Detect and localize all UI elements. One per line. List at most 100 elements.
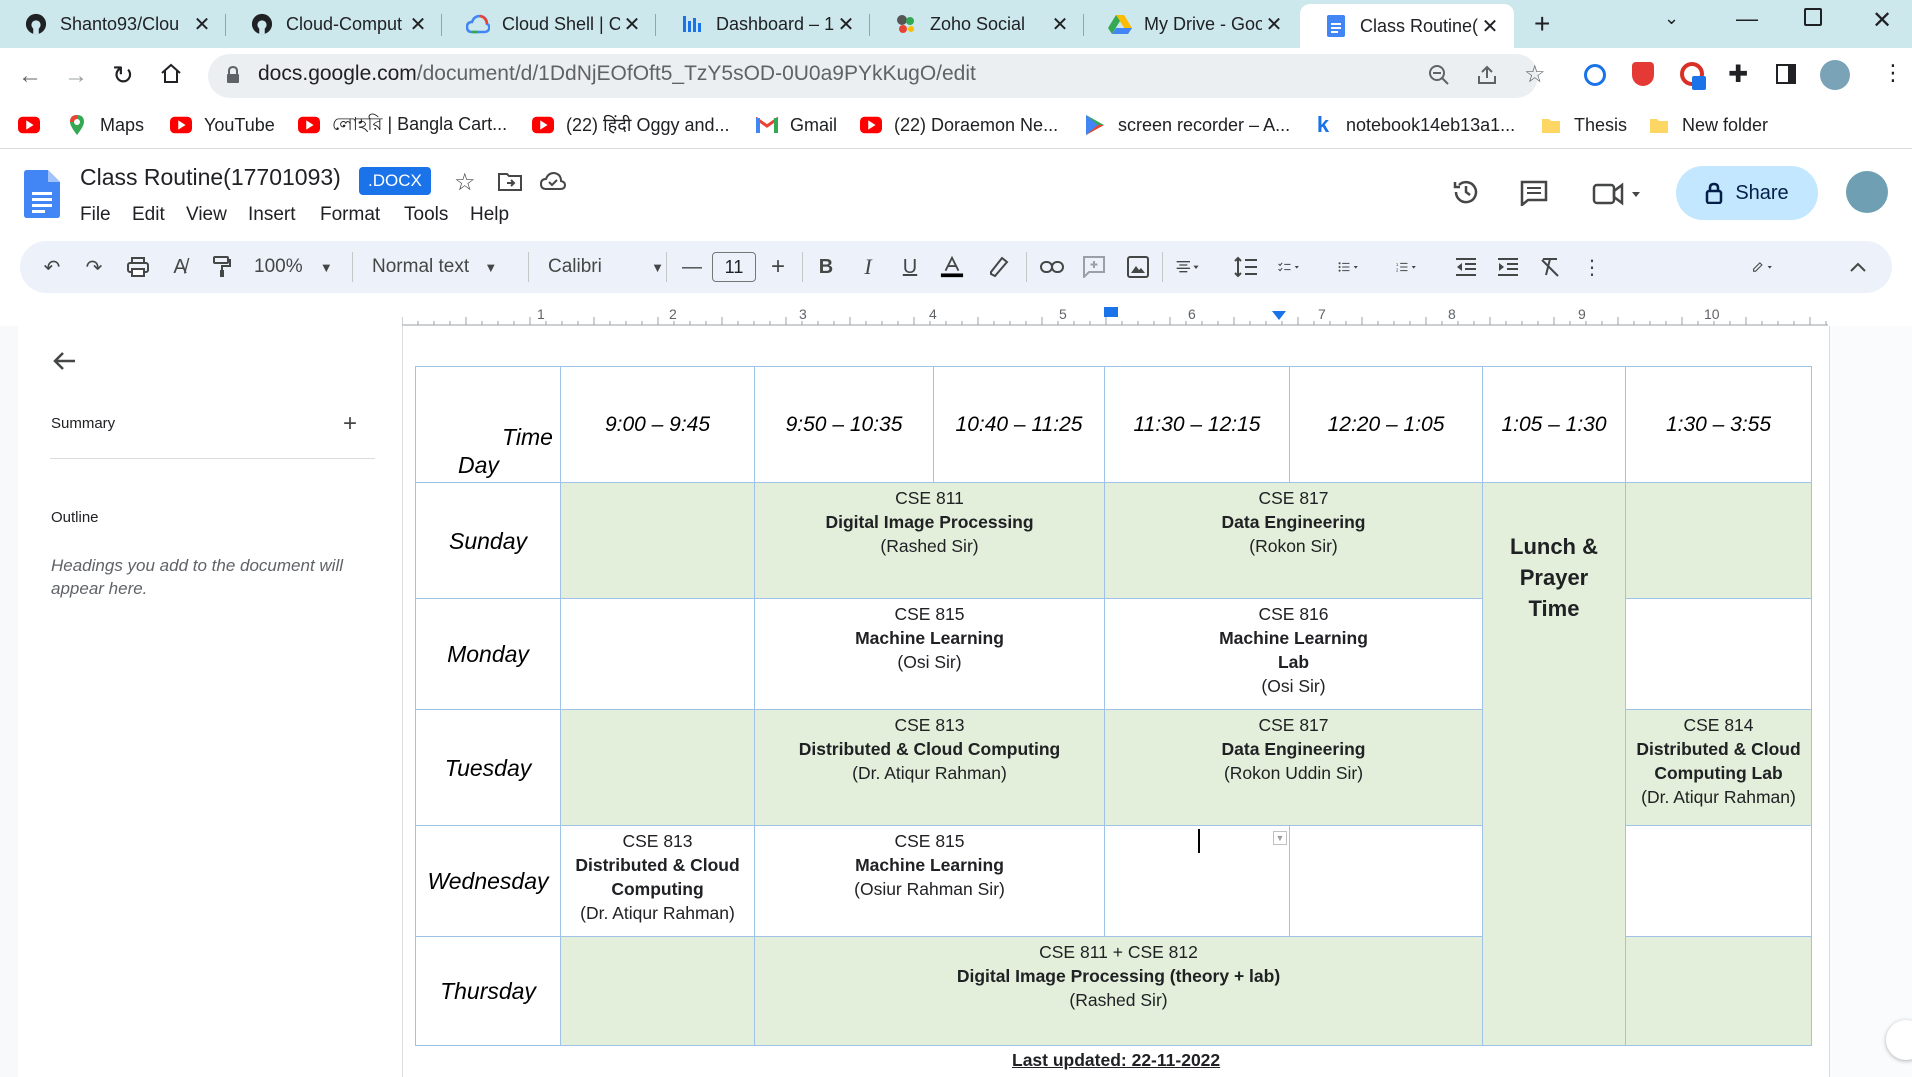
document-title[interactable]: Class Routine(17701093) (80, 164, 341, 191)
link-icon[interactable] (1040, 255, 1064, 279)
table-cell-empty[interactable] (560, 936, 755, 1046)
redo-icon[interactable]: ↷ (82, 255, 106, 279)
lunch-cell[interactable]: Lunch & Prayer Time (1482, 482, 1626, 1046)
menu-tools[interactable]: Tools (404, 204, 448, 226)
close-icon[interactable]: ✕ (190, 12, 214, 36)
class-cell-wednesday-b[interactable]: CSE 815 Machine Learning (Osiur Rahman S… (754, 825, 1105, 937)
menu-edit[interactable]: Edit (132, 204, 165, 226)
class-cell-monday-b[interactable]: CSE 816 Machine Learning Lab (Osi Sir) (1104, 598, 1483, 710)
day-cell-sunday[interactable]: Sunday (415, 482, 561, 599)
url-text[interactable]: docs.google.com/document/d/1DdNjEOfOft5_… (258, 62, 976, 86)
font-size-input[interactable]: 11 (712, 252, 756, 282)
increase-font-size-icon[interactable]: + (766, 253, 790, 280)
table-cell-empty[interactable] (1625, 936, 1812, 1046)
line-spacing-icon[interactable] (1234, 255, 1258, 279)
menu-view[interactable]: View (186, 204, 227, 226)
back-button[interactable]: ← (18, 62, 42, 90)
table-cell-empty[interactable] (1625, 482, 1812, 599)
highlight-icon[interactable] (986, 255, 1010, 279)
print-icon[interactable] (126, 255, 150, 279)
spellcheck-icon[interactable]: A̸ (168, 255, 192, 279)
reload-button[interactable]: ↻ (112, 60, 134, 91)
table-cell-empty[interactable] (560, 709, 755, 826)
checklist-icon[interactable] (1278, 255, 1302, 279)
tab-class-routine[interactable]: Class Routine(1 ✕ (1300, 4, 1514, 48)
class-cell-sunday-a[interactable]: CSE 811 Digital Image Processing (Rashed… (754, 482, 1105, 599)
class-cell-tuesday-b[interactable]: CSE 817 Data Engineering (Rokon Uddin Si… (1104, 709, 1483, 826)
extension-icon-blue[interactable] (1584, 64, 1606, 86)
bookmark-thesis[interactable]: Thesis (1540, 112, 1627, 138)
bookmark-star-icon[interactable]: ☆ (1524, 60, 1546, 89)
menu-file[interactable]: File (80, 204, 111, 226)
close-icon[interactable]: ✕ (1478, 14, 1502, 38)
bookmark-notebook[interactable]: k notebook14eb13a1... (1312, 112, 1515, 138)
bookmark-bangla-cartoon[interactable]: লোহরি | Bangla Cart... (298, 112, 507, 138)
star-icon[interactable]: ☆ (454, 168, 476, 197)
window-close-button[interactable]: ✕ (1872, 6, 1892, 35)
time-header-cell[interactable]: 1:30 – 3:55 (1625, 366, 1812, 483)
menu-format[interactable]: Format (320, 204, 380, 226)
paint-format-icon[interactable] (210, 255, 234, 279)
home-button[interactable] (160, 62, 182, 84)
bookmark-gmail[interactable]: Gmail (756, 112, 837, 138)
browser-menu-icon[interactable]: ⋮ (1882, 60, 1904, 86)
align-center-icon[interactable] (1176, 255, 1200, 279)
table-cell-empty[interactable] (1625, 598, 1812, 710)
class-cell-tuesday-a[interactable]: CSE 813 Distributed & Cloud Computing (D… (754, 709, 1105, 826)
tab-github-2[interactable]: Cloud-Comput ✕ (226, 4, 442, 44)
insert-image-icon[interactable] (1126, 255, 1150, 279)
menu-insert[interactable]: Insert (248, 204, 296, 226)
more-options-icon[interactable]: ⋮ (1580, 255, 1604, 279)
class-cell-sunday-b[interactable]: CSE 817 Data Engineering (Rokon Sir) (1104, 482, 1483, 599)
day-cell-tuesday[interactable]: Tuesday (415, 709, 561, 826)
italic-icon[interactable]: I (856, 254, 880, 279)
tab-zoho-social[interactable]: Zoho Social ✕ (870, 4, 1084, 44)
version-history-icon[interactable] (1452, 178, 1480, 206)
underline-icon[interactable]: U (898, 255, 922, 279)
time-header-cell[interactable]: 12:20 – 1:05 (1289, 366, 1483, 483)
back-arrow-icon[interactable] (52, 350, 76, 372)
close-icon[interactable]: ✕ (620, 12, 644, 36)
move-folder-icon[interactable] (498, 172, 522, 192)
bulleted-list-icon[interactable] (1338, 255, 1362, 279)
cloud-saved-icon[interactable] (540, 172, 566, 190)
bookmark-doraemon[interactable]: (22) Doraemon Ne... (860, 112, 1058, 138)
share-page-icon[interactable] (1476, 64, 1498, 86)
hide-menus-chevron-up-icon[interactable] (1846, 255, 1870, 279)
table-cell-empty[interactable] (560, 482, 755, 599)
menu-help[interactable]: Help (470, 204, 509, 226)
meet-camera-icon[interactable] (1592, 182, 1642, 206)
font-select[interactable]: Calibri ▼ (548, 256, 664, 278)
table-cell-empty[interactable]: ▼ (1104, 825, 1290, 937)
close-icon[interactable]: ✕ (1262, 12, 1286, 36)
table-cell-empty[interactable] (1289, 825, 1483, 937)
account-avatar[interactable] (1846, 171, 1888, 213)
minimize-button[interactable]: — (1736, 6, 1758, 32)
restore-button[interactable] (1804, 8, 1822, 26)
zoom-out-icon[interactable] (1428, 64, 1450, 86)
tab-cloud-shell[interactable]: Cloud Shell | C ✕ (442, 4, 656, 44)
bookmark-screen-recorder[interactable]: screen recorder – A... (1084, 112, 1290, 138)
class-cell-thursday-a[interactable]: CSE 811 + CSE 812 Digital Image Processi… (754, 936, 1483, 1046)
style-select[interactable]: Normal text ▼ (372, 256, 497, 278)
table-cell-empty[interactable] (560, 598, 755, 710)
time-header-cell[interactable]: 9:50 – 10:35 (754, 366, 934, 483)
text-color-icon[interactable] (940, 255, 964, 279)
add-comment-icon[interactable] (1082, 255, 1106, 279)
google-docs-logo-icon[interactable] (24, 170, 60, 218)
indent-marker[interactable] (1104, 307, 1118, 317)
comments-icon[interactable] (1520, 180, 1548, 206)
cell-menu-chevron-icon[interactable]: ▼ (1273, 831, 1287, 845)
bold-icon[interactable]: B (814, 255, 838, 279)
zoom-select[interactable]: 100% ▼ (254, 256, 333, 278)
bookmark-new-folder[interactable]: New folder (1648, 112, 1768, 138)
decrease-indent-icon[interactable] (1454, 255, 1478, 279)
day-cell-thursday[interactable]: Thursday (415, 936, 561, 1046)
vertical-ruler[interactable] (0, 326, 19, 1077)
numbered-list-icon[interactable]: 12 (1396, 255, 1420, 279)
table-cell-empty[interactable] (1625, 825, 1812, 937)
tab-my-drive[interactable]: My Drive - Goo ✕ (1084, 4, 1298, 44)
class-cell-monday-a[interactable]: CSE 815 Machine Learning (Osi Sir) (754, 598, 1105, 710)
bookmark-oggy[interactable]: (22) हिंदी Oggy and... (532, 112, 730, 138)
indent-marker[interactable] (1272, 311, 1286, 320)
